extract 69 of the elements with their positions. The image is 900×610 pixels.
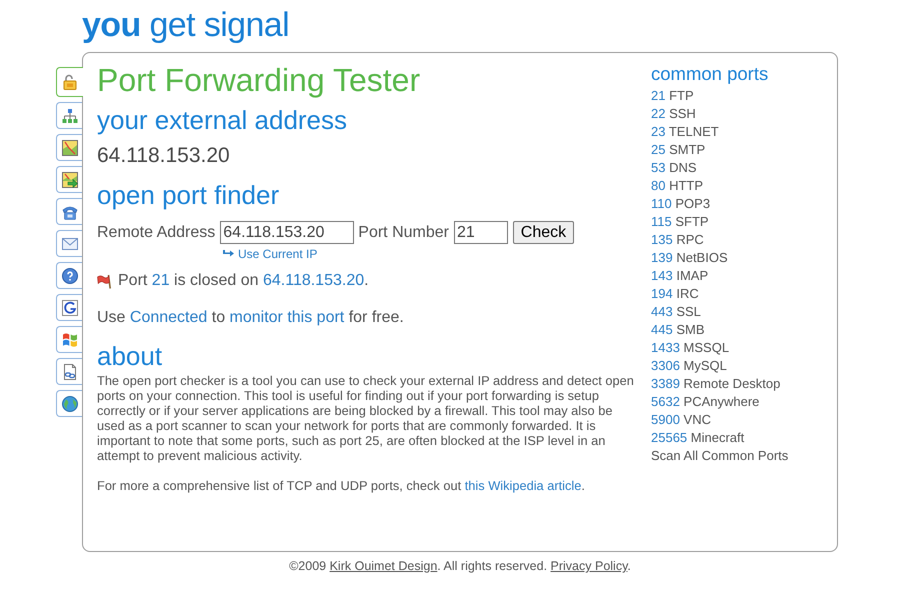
port-link[interactable]: 143 IMAP — [651, 266, 708, 284]
section-heading: about — [97, 341, 162, 371]
section-heading: common ports — [651, 62, 768, 84]
field-label: Remote Address — [97, 224, 216, 242]
input-field[interactable]: 21 — [454, 221, 508, 244]
arrow-icon — [223, 250, 234, 258]
port-link[interactable]: 194 IRC — [651, 284, 699, 302]
side-tab[interactable] — [56, 390, 82, 417]
page-title: Port Forwarding Tester — [97, 62, 420, 98]
network-icon — [62, 108, 78, 124]
g-logo-icon — [62, 300, 78, 316]
section-heading: your external address — [97, 105, 348, 135]
port-link[interactable]: 5632 PCAnywhere — [651, 392, 760, 410]
about-paragraph: The open port checker is a tool you can use to check your external IP address and detect open ports on your connection. This tool is useful for finding out if your port forwarding is setup correctly or if your server applications are being blocked by a firewall. This tool may also be used as a port scanner to scan your network for ports that are commonly forwarded. It is important to note that some ports, such as port 25, are often blocked at the ISP level in an attempt to prevent malicious activity. — [97, 373, 635, 463]
footer-text: ©2009 Kirk Ouimet Design. All rights reserved. Privacy Policy. — [289, 559, 631, 574]
scan-all-link[interactable]: Scan All Common Ports — [651, 446, 788, 464]
side-tab[interactable] — [56, 358, 82, 385]
port-link[interactable]: 22 SSH — [651, 104, 696, 122]
globe-icon — [62, 396, 78, 412]
section-heading: open port finder — [97, 180, 280, 210]
text-link[interactable]: Kirk Ouimet Design — [330, 559, 438, 573]
port-link[interactable]: 53 DNS — [651, 158, 697, 176]
ip-address: 64.118.153.20 — [97, 144, 230, 168]
site-logo[interactable]: you get signal — [82, 5, 290, 45]
port-link[interactable]: 21 FTP — [651, 86, 694, 104]
port-link[interactable]: 135 RPC — [651, 230, 704, 248]
input-field[interactable]: 64.118.153.20 — [220, 221, 354, 244]
side-tab[interactable] — [56, 198, 82, 225]
envelope-icon — [62, 238, 78, 250]
document-link-icon — [62, 364, 76, 380]
port-link[interactable]: 5900 VNC — [651, 410, 711, 428]
text-link[interactable]: monitor this port — [230, 309, 344, 326]
port-link[interactable]: 80 HTTP — [651, 176, 704, 194]
text-link[interactable]: this Wikipedia article — [464, 478, 582, 493]
port-link[interactable]: 25565 Minecraft — [651, 428, 744, 446]
port-link[interactable]: 139 NetBIOS — [651, 248, 728, 266]
about-paragraph: For more a comprehensive list of TCP and UDP ports, check out this Wikipedia article. — [97, 478, 586, 493]
text-link[interactable]: Privacy Policy — [550, 559, 628, 573]
side-tab[interactable] — [56, 294, 82, 321]
port-link[interactable]: 445 SMB — [651, 320, 704, 338]
padlock-icon — [62, 74, 78, 90]
promo-text: Use Connected to monitor this port for free. — [97, 308, 404, 328]
side-tab[interactable] — [56, 166, 82, 193]
text-link[interactable]: 64.118.153.20 — [262, 272, 364, 289]
text-link[interactable]: Connected — [130, 309, 208, 326]
text-link[interactable]: 21 — [152, 272, 170, 289]
side-tab[interactable] — [56, 262, 82, 289]
port-link[interactable]: 110 POP3 — [651, 194, 710, 212]
port-link[interactable]: 3389 Remote Desktop — [651, 374, 780, 392]
flag-icon — [97, 274, 112, 288]
side-tab[interactable] — [56, 67, 83, 97]
port-link[interactable]: 3306 MySQL — [651, 356, 727, 374]
check-button[interactable]: Check — [512, 221, 574, 244]
side-tab[interactable] — [56, 134, 82, 161]
side-tab[interactable] — [56, 102, 82, 129]
tiled-flag-icon — [62, 332, 78, 348]
status-message: Port 21 is closed on 64.118.153.20. — [118, 271, 369, 291]
side-tab[interactable] — [56, 230, 82, 257]
use-current-ip-link[interactable]: Use Current IP — [238, 247, 318, 261]
port-link[interactable]: 25 SMTP — [651, 140, 706, 158]
map-icon — [62, 140, 78, 156]
field-label: Port Number — [358, 224, 449, 242]
port-link[interactable]: 443 SSL — [651, 302, 701, 320]
side-tab[interactable] — [56, 326, 82, 353]
port-link[interactable]: 23 TELNET — [651, 122, 719, 140]
port-link[interactable]: 1433 MSSQL — [651, 338, 730, 356]
phone-icon — [62, 204, 78, 220]
port-link[interactable]: 115 SFTP — [651, 212, 709, 230]
help-icon — [62, 268, 78, 284]
